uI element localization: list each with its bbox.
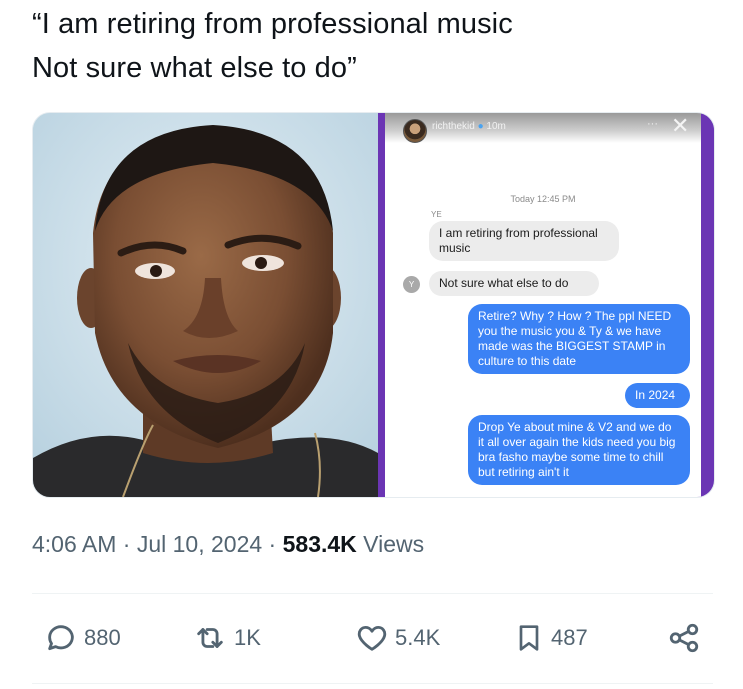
views-label: Views bbox=[356, 531, 425, 557]
like-icon bbox=[357, 625, 387, 651]
story-age: 10m bbox=[486, 121, 506, 132]
tweet-text: “I am retiring from professional music N… bbox=[32, 2, 722, 90]
repost-button[interactable]: 1K bbox=[192, 619, 261, 657]
sender-avatar: Y bbox=[403, 276, 420, 293]
story-header: richthekid ● 10m ··· ✕ bbox=[385, 113, 701, 143]
story-content: richthekid ● 10m ··· ✕ Today 12:45 PM YE… bbox=[385, 113, 701, 497]
like-button[interactable]: 5.4K bbox=[355, 619, 440, 657]
tweet-time[interactable]: 4:06 AM bbox=[32, 531, 116, 557]
message-bubble-sent: Drop Ye about mine & V2 and we do it all… bbox=[468, 415, 690, 485]
message-bubble-received: Not sure what else to do bbox=[429, 271, 599, 296]
bookmark-count: 487 bbox=[551, 625, 588, 650]
story-username: richthekid bbox=[432, 121, 475, 132]
close-icon: ✕ bbox=[671, 113, 690, 138]
divider bbox=[32, 683, 713, 684]
reply-count: 880 bbox=[84, 625, 121, 650]
more-icon: ··· bbox=[647, 118, 658, 130]
like-count: 5.4K bbox=[395, 625, 441, 650]
tweet-text-line-2: Not sure what else to do” bbox=[32, 52, 357, 84]
tweet-media[interactable]: richthekid ● 10m ··· ✕ Today 12:45 PM YE… bbox=[32, 112, 715, 498]
tweet-date[interactable]: Jul 10, 2024 bbox=[137, 531, 262, 557]
message-bubble-sent: In 2024 bbox=[625, 383, 690, 408]
reply-button[interactable]: 880 bbox=[44, 619, 121, 657]
sender-label: YE bbox=[431, 210, 442, 219]
verified-icon: ● bbox=[477, 121, 484, 132]
views-count: 583.4K bbox=[282, 531, 357, 557]
instagram-story-screenshot: richthekid ● 10m ··· ✕ Today 12:45 PM YE… bbox=[378, 113, 714, 497]
share-icon bbox=[669, 623, 699, 653]
bookmark-button[interactable]: 487 bbox=[513, 619, 588, 657]
message-timestamp: Today 12:45 PM bbox=[510, 194, 576, 204]
portrait-photo[interactable] bbox=[33, 113, 378, 497]
bookmark-icon bbox=[519, 625, 539, 651]
separator: · bbox=[262, 531, 283, 557]
story-user: richthekid ● 10m bbox=[432, 121, 506, 132]
message-bubble-sent: Retire? Why ? How ? The ppl NEED you the… bbox=[468, 304, 690, 374]
story-avatar bbox=[403, 119, 427, 143]
reply-icon bbox=[48, 625, 74, 651]
message-bubble-received: I am retiring from professional music bbox=[429, 221, 619, 261]
repost-icon bbox=[197, 628, 223, 648]
tweet-text-line-1: “I am retiring from professional music bbox=[32, 8, 513, 40]
tweet-meta: 4:06 AM · Jul 10, 2024 · 583.4K Views bbox=[32, 531, 424, 558]
divider bbox=[32, 593, 713, 594]
share-button[interactable] bbox=[665, 619, 703, 657]
repost-count: 1K bbox=[234, 625, 261, 650]
separator: · bbox=[116, 531, 137, 557]
